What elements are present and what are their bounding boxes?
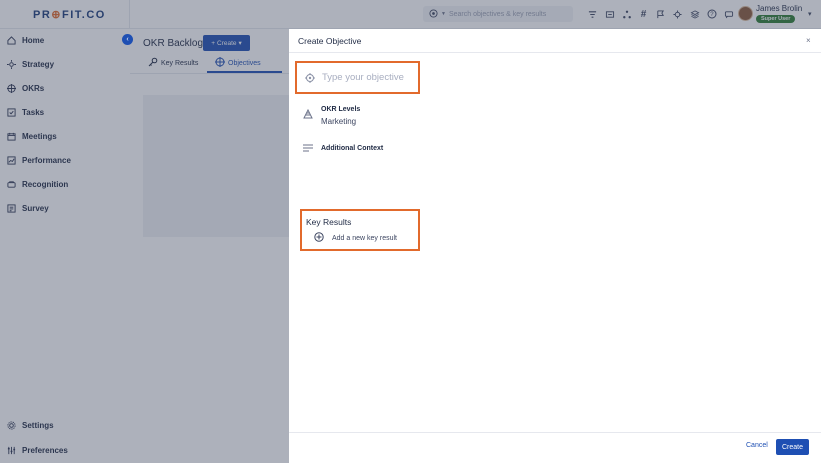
modal-backdrop[interactable] xyxy=(0,0,289,463)
additional-context-label: Additional Context xyxy=(321,144,384,152)
key-results-highlight: Key Results Add a new key result xyxy=(300,209,420,251)
objective-target-icon xyxy=(305,72,315,83)
panel-footer-divider xyxy=(289,432,821,433)
okr-levels-value: Marketing xyxy=(321,117,357,126)
additional-context-field[interactable]: Additional Context xyxy=(303,143,383,153)
add-key-result-label: Add a new key result xyxy=(332,234,397,242)
key-results-title: Key Results xyxy=(306,217,352,227)
objective-input[interactable] xyxy=(322,72,414,83)
objective-input-highlight xyxy=(295,61,420,94)
create-button[interactable]: Create xyxy=(776,439,809,455)
panel-header-divider xyxy=(289,52,821,53)
plus-circle-icon xyxy=(314,232,324,244)
pyramid-icon xyxy=(303,109,313,119)
add-key-result-button[interactable]: Add a new key result xyxy=(314,232,418,244)
close-icon[interactable]: × xyxy=(806,36,811,45)
okr-levels-label: OKR Levels xyxy=(321,106,361,113)
cancel-button[interactable]: Cancel xyxy=(746,442,768,449)
okr-levels-field[interactable]: OKR Levels Marketing xyxy=(303,106,360,126)
modal-backdrop-top[interactable] xyxy=(289,0,821,29)
sidebar-collapse-chevron-left-icon[interactable]: ‹ xyxy=(122,34,133,45)
create-objective-panel: Create Objective × OKR Levels Marketing … xyxy=(289,29,821,463)
okr-levels-text: OKR Levels Marketing xyxy=(321,106,360,126)
panel-title: Create Objective xyxy=(298,36,362,46)
text-lines-icon xyxy=(303,143,313,153)
